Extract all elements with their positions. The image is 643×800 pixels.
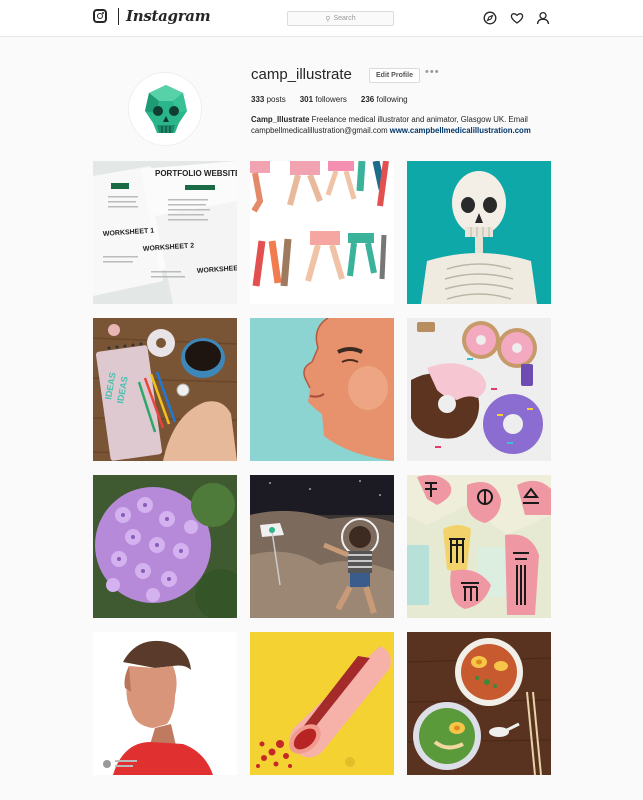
profile-bio: Camp_Illustrate Freelance medical illust… bbox=[251, 114, 561, 136]
post-felt-donuts[interactable] bbox=[407, 318, 551, 461]
heart-icon[interactable] bbox=[510, 11, 524, 25]
post-ideas-notebook[interactable]: IDEAS IDEAS bbox=[93, 318, 237, 461]
post-portfolio-worksheets[interactable]: PORTFOLIO WEBSITE WORKSHEET 1 WORKSHEET … bbox=[93, 161, 237, 304]
post-artery-illustration[interactable] bbox=[250, 632, 394, 775]
skull-logo-icon bbox=[145, 85, 187, 133]
post-walking-legs[interactable] bbox=[250, 161, 394, 304]
logo-divider bbox=[118, 8, 119, 25]
post-hydrangea[interactable] bbox=[93, 475, 237, 618]
followers-stat[interactable]: 301 followers bbox=[300, 95, 347, 104]
post-ramen-bowls[interactable] bbox=[407, 632, 551, 775]
post-astronaut-boy[interactable] bbox=[250, 475, 394, 618]
instagram-camera-icon[interactable] bbox=[93, 9, 107, 23]
post-pattern-collage[interactable] bbox=[407, 475, 551, 618]
top-navigation-bar: Instagram ⚲ Search bbox=[0, 0, 643, 37]
profile-stats: 333 posts 301 followers 236 following bbox=[251, 95, 408, 104]
worksheet-title-text: PORTFOLIO WEBSITE bbox=[155, 169, 237, 178]
profile-username: camp_illustrate bbox=[251, 66, 352, 83]
more-options-icon[interactable]: ••• bbox=[425, 66, 440, 78]
post-skeleton[interactable] bbox=[407, 161, 551, 304]
post-face-profile[interactable] bbox=[250, 318, 394, 461]
person-icon[interactable] bbox=[536, 11, 550, 25]
avatar[interactable] bbox=[128, 72, 202, 146]
instagram-wordmark[interactable]: Instagram bbox=[126, 7, 211, 25]
bio-name: Camp_Illustrate bbox=[251, 115, 310, 124]
posts-stat: 333 posts bbox=[251, 95, 286, 104]
compass-icon[interactable] bbox=[483, 11, 497, 25]
bio-link[interactable]: www.campbellmedicalillustration.com bbox=[390, 126, 531, 135]
search-icon: ⚲ bbox=[325, 15, 331, 23]
edit-profile-button[interactable]: Edit Profile bbox=[369, 68, 420, 83]
following-stat[interactable]: 236 following bbox=[361, 95, 408, 104]
post-man-portrait[interactable] bbox=[93, 632, 237, 775]
search-input[interactable]: ⚲ Search bbox=[287, 11, 394, 26]
search-placeholder: Search bbox=[333, 15, 356, 22]
